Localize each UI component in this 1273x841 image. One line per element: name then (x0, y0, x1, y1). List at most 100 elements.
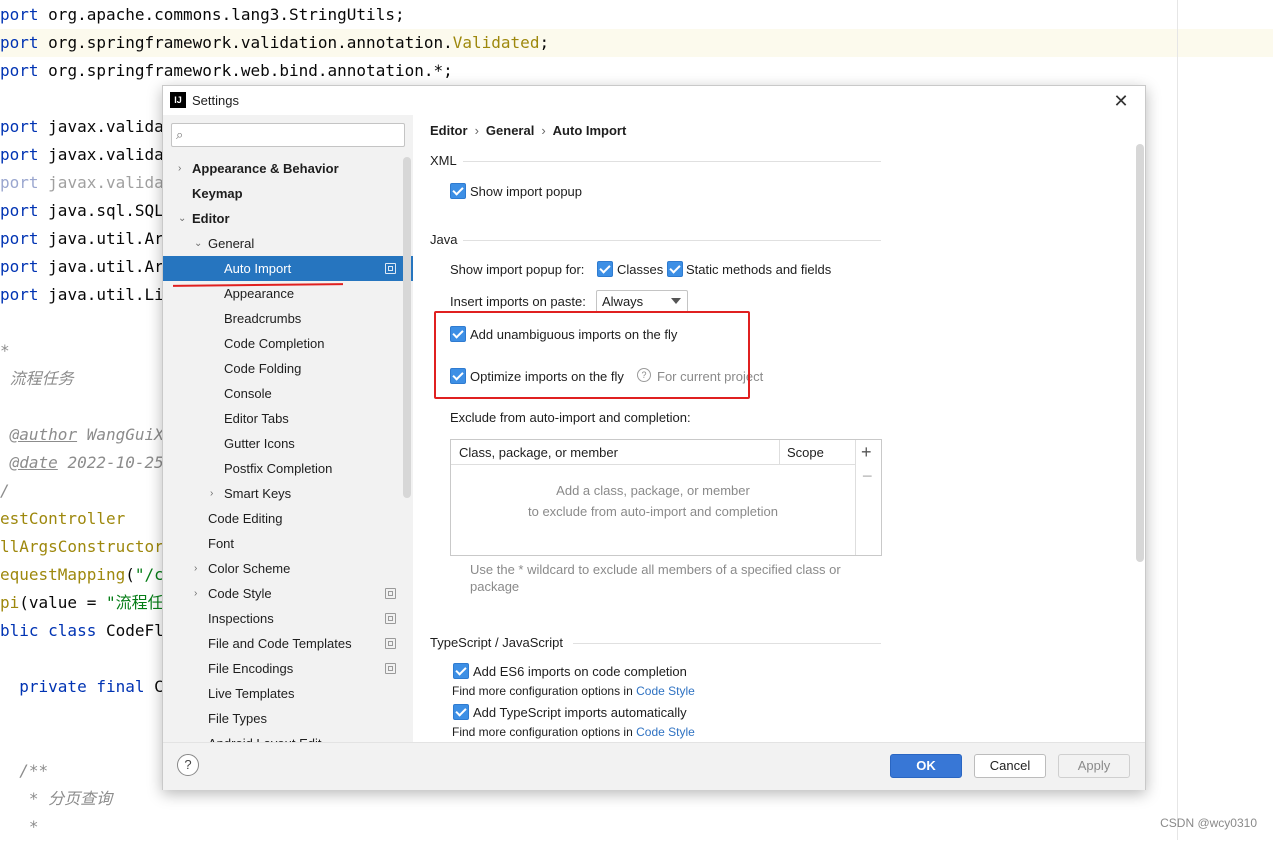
tree-item-postfix-completion[interactable]: Postfix Completion (163, 456, 413, 481)
chevron-right-icon[interactable]: › (178, 156, 181, 181)
dialog-footer: ? OK Cancel Apply (163, 742, 1145, 790)
code-token: port (0, 257, 49, 276)
tree-item-android-layout-edit[interactable]: Android Layout Edit (163, 731, 413, 742)
typescript-section-title: TypeScript / JavaScript (430, 635, 563, 650)
code-style-link[interactable]: Code Style (636, 684, 695, 698)
tree-item-general[interactable]: ⌄ General (163, 231, 413, 256)
find-more-hint: Find more configuration options in Code … (452, 725, 695, 739)
insert-on-paste-select[interactable]: Always (596, 290, 688, 313)
tree-item-label: File and Code Templates (208, 636, 352, 651)
typescript-imports-checkbox[interactable] (453, 704, 469, 720)
tree-item-label: Breadcrumbs (224, 311, 302, 326)
tree-item-editor-tabs[interactable]: Editor Tabs (163, 406, 413, 431)
tree-item-editor[interactable]: ⌄ Editor (163, 206, 413, 231)
ok-button[interactable]: OK (890, 754, 962, 778)
breadcrumb-general[interactable]: General (486, 123, 534, 138)
es6-imports-label: Add ES6 imports on code completion (473, 664, 687, 679)
tree-item-font[interactable]: Font (163, 531, 413, 556)
tree-item-label: Code Folding (224, 361, 302, 376)
tree-item-live-templates[interactable]: Live Templates (163, 681, 413, 706)
remove-icon[interactable]: − (862, 466, 873, 486)
code-line: @date 2022-10-25 (0, 449, 164, 477)
code-line: * 分页查询 (0, 785, 112, 813)
project-scope-icon (385, 613, 396, 624)
chevron-right-icon[interactable]: › (194, 556, 197, 581)
tree-item-inspections[interactable]: Inspections (163, 606, 413, 631)
cancel-button[interactable]: Cancel (974, 754, 1046, 778)
tree-item-code-completion[interactable]: Code Completion (163, 331, 413, 356)
code-token: equestMapping (0, 565, 126, 584)
tree-item-code-style[interactable]: › Code Style (163, 581, 413, 606)
code-line: equestMapping("/c (0, 561, 164, 589)
sidebar-scrollbar[interactable] (403, 157, 411, 498)
code-token: /** (0, 761, 49, 780)
table-header: Class, package, or member Scope (451, 440, 855, 465)
code-token: org.apache.commons.lang3.StringUtils; (48, 5, 405, 24)
java-section-divider (463, 240, 881, 241)
breadcrumb-editor[interactable]: Editor (430, 123, 468, 138)
find-more-hint: Find more configuration options in Code … (452, 684, 695, 698)
tree-item-smart-keys[interactable]: › Smart Keys (163, 481, 413, 506)
code-line: pi(value = "流程任 (0, 589, 164, 617)
static-methods-checkbox[interactable] (667, 261, 683, 277)
tree-item-keymap[interactable]: Keymap (163, 181, 413, 206)
content-scrollbar[interactable] (1136, 144, 1144, 562)
es6-imports-checkbox[interactable] (453, 663, 469, 679)
tree-item-gutter-icons[interactable]: Gutter Icons (163, 431, 413, 456)
chevron-down-icon[interactable]: ⌄ (178, 206, 186, 231)
code-token: @author (9, 425, 78, 444)
code-line: port org.springframework.web.bind.annota… (0, 57, 453, 85)
settings-content: Editor › General › Auto Import XML Show impo… (413, 115, 1145, 742)
wildcard-hint: Use the * wildcard to exclude all member… (470, 562, 841, 594)
tree-item-code-editing[interactable]: Code Editing (163, 506, 413, 531)
code-token: port (0, 61, 49, 80)
tree-item-color-scheme[interactable]: › Color Scheme (163, 556, 413, 581)
code-line: * (0, 813, 39, 841)
code-token: java.util.Ar (48, 229, 164, 248)
apply-button[interactable]: Apply (1058, 754, 1130, 778)
settings-search-box[interactable]: ⌕ (171, 123, 405, 147)
add-icon[interactable]: + (861, 442, 872, 462)
code-token: java.sql.SQL (48, 201, 164, 220)
exclude-label: Exclude from auto-import and completion: (450, 410, 691, 425)
code-line: port java.util.Ar (0, 253, 164, 281)
find-more-prefix: Find more configuration options in (452, 684, 633, 698)
code-token: 2022-10-25 (57, 453, 164, 472)
chevron-right-icon[interactable]: › (194, 581, 197, 606)
column-header-class[interactable]: Class, package, or member (459, 445, 618, 460)
tree-item-breadcrumbs[interactable]: Breadcrumbs (163, 306, 413, 331)
code-token: port (0, 117, 49, 136)
tree-item-file-types[interactable]: File Types (163, 706, 413, 731)
tree-item-label: Code Editing (208, 511, 283, 526)
settings-search-input[interactable] (194, 126, 398, 144)
red-annotation-box (434, 311, 750, 399)
chevron-down-icon[interactable]: ⌄ (194, 231, 202, 256)
code-token: (value = (19, 593, 106, 612)
code-token: * (0, 817, 39, 836)
show-import-popup-xml-checkbox[interactable] (450, 183, 466, 199)
typescript-imports-label: Add TypeScript imports automatically (473, 705, 687, 720)
code-token: @date (9, 453, 58, 472)
chevron-right-icon[interactable]: › (210, 481, 213, 506)
tree-item-label: Inspections (208, 611, 274, 626)
classes-checkbox[interactable] (597, 261, 613, 277)
tree-item-appearance-behavior[interactable]: › Appearance & Behavior (163, 156, 413, 181)
tree-item-auto-import[interactable]: Auto Import (163, 256, 413, 281)
column-separator (779, 440, 780, 464)
tree-item-code-folding[interactable]: Code Folding (163, 356, 413, 381)
code-token: "/c (134, 565, 164, 584)
help-button[interactable]: ? (177, 754, 199, 776)
code-line: llArgsConstructor (0, 533, 164, 561)
close-button[interactable]: ✕ (1109, 89, 1133, 113)
tree-item-label: Keymap (192, 186, 243, 201)
code-token: org.springframework.validation.annotatio… (48, 33, 453, 52)
tree-item-label: Color Scheme (208, 561, 291, 576)
column-header-scope[interactable]: Scope (787, 445, 824, 460)
exclude-table[interactable]: Class, package, or member Scope Add a cl… (450, 439, 882, 556)
table-toolbar: + − (855, 440, 882, 555)
code-style-link[interactable]: Code Style (636, 725, 695, 739)
code-token: port (0, 201, 49, 220)
tree-item-file-and-code-templates[interactable]: File and Code Templates (163, 631, 413, 656)
tree-item-console[interactable]: Console (163, 381, 413, 406)
tree-item-file-encodings[interactable]: File Encodings (163, 656, 413, 681)
